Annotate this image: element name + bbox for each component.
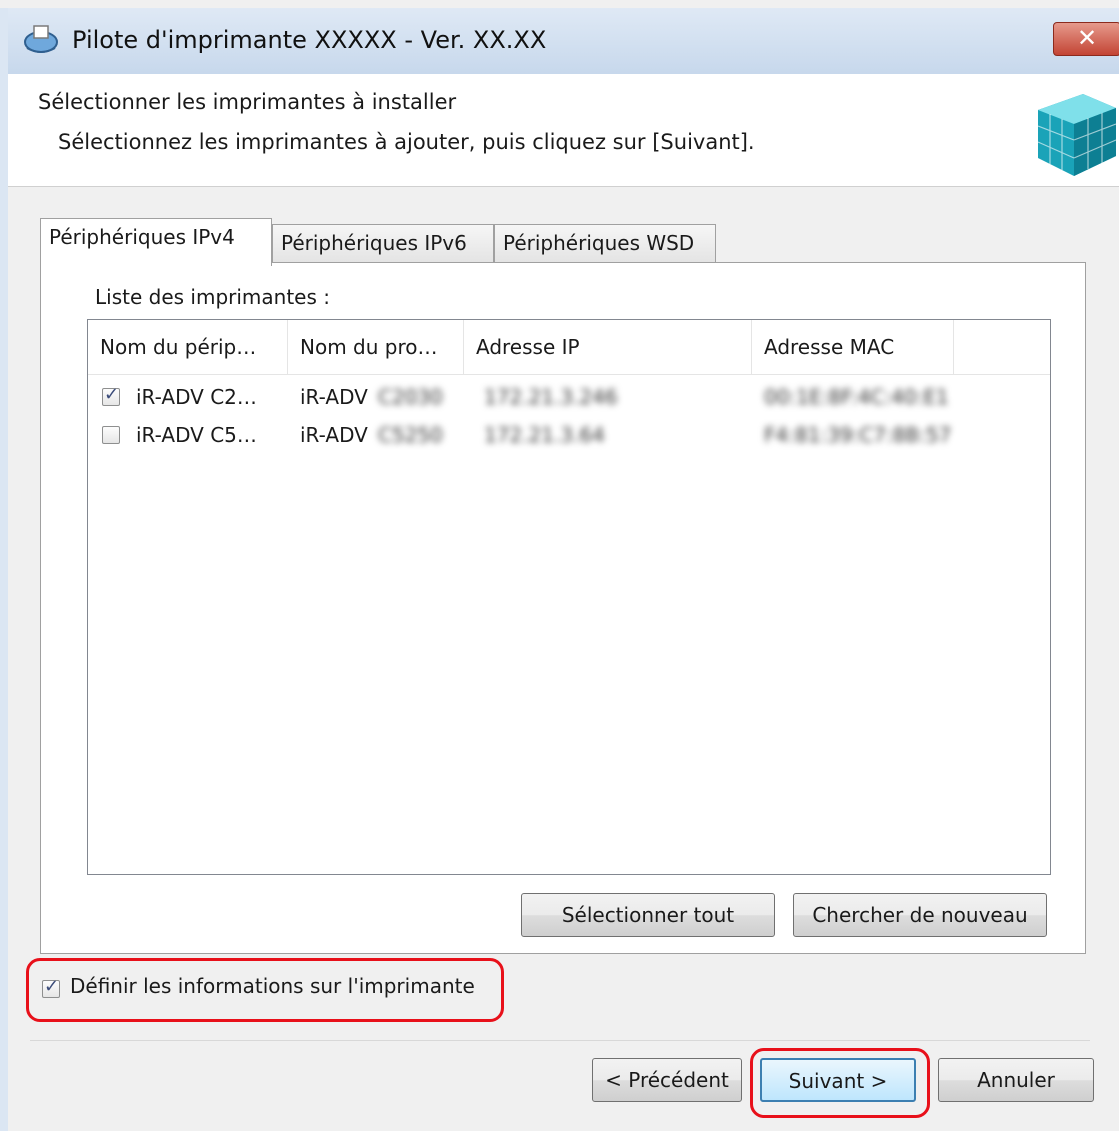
close-button[interactable]: ✕ — [1053, 22, 1119, 56]
printer-row-checkbox[interactable] — [102, 426, 120, 444]
printer-row-checkbox[interactable]: ✓ — [102, 384, 120, 406]
installer-dialog: Pilote d'imprimante XXXXX - Ver. XX.XX ✕… — [0, 0, 1119, 1131]
product-name-cell: iR-ADV — [300, 423, 368, 447]
product-name-suffix-cell: C2030 — [378, 385, 443, 409]
cancel-button[interactable]: Annuler — [938, 1058, 1094, 1102]
ipv4-tab-panel: Liste des imprimantes : Nom du périp… No… — [40, 262, 1086, 954]
previous-button[interactable]: < Précédent — [592, 1058, 742, 1102]
printer-list-header: Nom du périp… Nom du pro… Adresse IP Adr… — [88, 320, 1050, 375]
printer-list[interactable]: Nom du périp… Nom du pro… Adresse IP Adr… — [87, 319, 1051, 875]
footer-separator — [30, 1040, 1090, 1041]
column-header-device-name[interactable]: Nom du périp… — [88, 320, 288, 374]
column-header-ip-address[interactable]: Adresse IP — [464, 320, 752, 374]
mac-address-cell: F4:81:39:C7:8B:57 — [764, 423, 952, 447]
device-name-cell: iR-ADV C5… — [136, 423, 257, 447]
product-name-suffix-cell: C5250 — [378, 423, 443, 447]
tab-ipv6-devices[interactable]: Périphériques IPv6 — [272, 224, 494, 264]
select-all-button[interactable]: Sélectionner tout — [521, 893, 775, 937]
window-title: Pilote d'imprimante XXXXX - Ver. XX.XX — [72, 26, 547, 54]
tab-wsd-devices[interactable]: Périphériques WSD — [494, 224, 716, 264]
highlight-next-button — [750, 1048, 930, 1118]
page-instructions: Sélectionnez les imprimantes à ajouter, … — [58, 130, 755, 154]
ip-address-cell: 172.21.3.246 — [484, 385, 618, 409]
tab-ipv4-devices[interactable]: Périphériques IPv4 — [40, 218, 272, 266]
checkmark-icon: ✓ — [104, 384, 120, 405]
wizard-header: Sélectionner les imprimantes à installer… — [8, 74, 1119, 187]
printer-row[interactable]: ✓ iR-ADV C2… iR-ADV C2030 172.21.3.246 0… — [88, 378, 1050, 416]
search-again-button[interactable]: Chercher de nouveau — [793, 893, 1047, 937]
window-frame-edge — [0, 8, 8, 1131]
printer-driver-icon — [22, 22, 60, 56]
printer-row[interactable]: iR-ADV C5… iR-ADV C5250 172.21.3.64 F4:8… — [88, 416, 1050, 454]
ip-address-cell: 172.21.3.64 — [484, 423, 605, 447]
column-header-product-name[interactable]: Nom du pro… — [288, 320, 464, 374]
product-name-cell: iR-ADV — [300, 385, 368, 409]
mac-address-cell: 00:1E:8F:4C:40:E1 — [764, 385, 949, 409]
printer-list-label: Liste des imprimantes : — [95, 285, 330, 309]
title-bar: Pilote d'imprimante XXXXX - Ver. XX.XX ✕ — [8, 8, 1119, 74]
cube-logo-icon — [1028, 80, 1118, 178]
column-header-mac-address[interactable]: Adresse MAC — [752, 320, 954, 374]
highlight-set-printer-info — [26, 958, 504, 1022]
page-title: Sélectionner les imprimantes à installer — [38, 90, 457, 114]
device-name-cell: iR-ADV C2… — [136, 385, 257, 409]
